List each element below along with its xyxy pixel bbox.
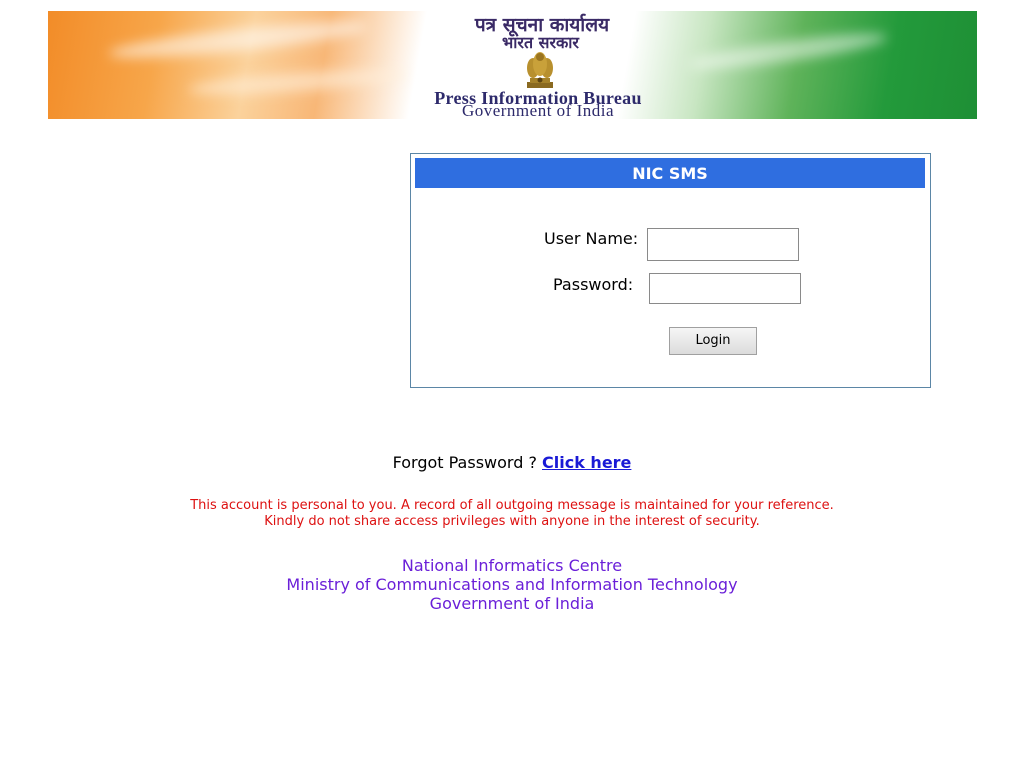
national-emblem-icon xyxy=(527,52,553,88)
forgot-password-row: Forgot Password ? Click here xyxy=(0,453,1024,472)
banner-subtitle: Government of India xyxy=(461,101,615,119)
footer-line: National Informatics Centre xyxy=(401,556,623,575)
username-input[interactable] xyxy=(647,228,799,261)
footer: National Informatics Centre Ministry of … xyxy=(0,556,1024,613)
login-panel-title: NIC SMS xyxy=(415,158,925,188)
header-banner: पत्र सूचना कार्यालय भारत सरकार Press Inf… xyxy=(48,11,977,119)
login-button[interactable]: Login xyxy=(669,327,757,355)
footer-line: Government of India xyxy=(429,594,595,613)
warning-line: This account is personal to you. A recor… xyxy=(190,498,834,513)
forgot-password-link[interactable]: Click here xyxy=(542,453,631,472)
banner-hindi-subtitle: भारत सरकार xyxy=(502,33,579,52)
security-warning: This account is personal to you. A recor… xyxy=(0,498,1024,530)
password-label: Password: xyxy=(553,275,634,294)
password-input[interactable] xyxy=(649,273,801,304)
footer-line: Ministry of Communications and Informati… xyxy=(286,575,738,594)
username-label: User Name: xyxy=(544,229,639,248)
forgot-password-text: Forgot Password ? xyxy=(392,453,543,472)
warning-line: Kindly do not share access privileges wi… xyxy=(264,514,760,529)
login-panel: NIC SMS User Name: Password: Login xyxy=(410,153,931,388)
